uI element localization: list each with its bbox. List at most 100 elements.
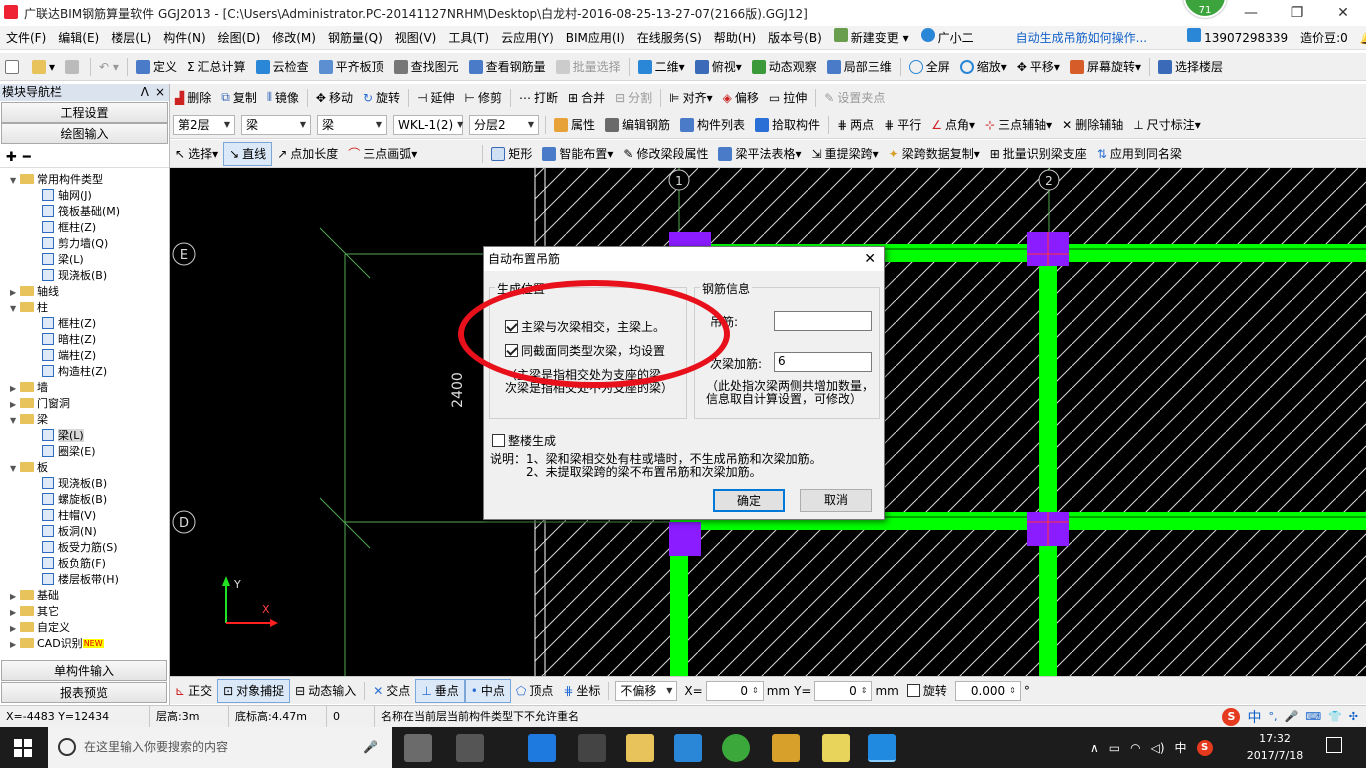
project-settings-button[interactable]: 工程设置 — [1, 102, 168, 123]
rotate-input[interactable]: 0.000 ⇕ — [954, 680, 1021, 701]
smart-layout-dropdown[interactable]: 智能布置 ▾ — [537, 142, 618, 166]
object-snap-toggle[interactable]: ⊡ 对象捕捉 — [217, 678, 291, 703]
line-button[interactable]: ↘ 直线 — [223, 141, 273, 166]
define-button[interactable]: 定义 — [131, 55, 182, 79]
menu-online[interactable]: 在线服务(S) — [631, 26, 708, 49]
checkbox-icon[interactable] — [492, 434, 505, 447]
delete-button[interactable]: ▟ 删除 — [170, 86, 216, 110]
tree-node[interactable]: ▶ 自定义 — [0, 620, 168, 636]
three-point-arc-dropdown[interactable]: ⌒ 三点画弧 ▾ — [343, 142, 422, 166]
cb-whole-building[interactable]: 整楼生成 — [492, 432, 556, 449]
task-view-icon[interactable] — [404, 734, 432, 762]
modify-beam-segment-button[interactable]: ✎ 修改梁段属性 — [618, 142, 713, 166]
menu-rebar-qty[interactable]: 钢筋量(Q) — [322, 26, 389, 49]
clock[interactable]: 17:32 2017/7/18 — [1240, 730, 1310, 764]
notification-icon[interactable] — [1326, 737, 1342, 753]
span-data-copy-dropdown[interactable]: ✦ 梁跨数据复制 ▾ — [884, 142, 985, 166]
mic-icon[interactable]: 🎤 — [363, 727, 378, 768]
intersection-snap[interactable]: ✕ 交点 — [368, 679, 415, 703]
three-point-aux-dropdown[interactable]: ⊹ 三点辅轴 ▾ — [980, 113, 1057, 137]
copy-button[interactable]: ⧉ 复制 — [216, 86, 262, 110]
point-angle-dropdown[interactable]: ∠ 点角 ▾ — [926, 113, 980, 137]
explorer-icon[interactable] — [626, 734, 654, 762]
sogou-tray-icon[interactable]: S — [1196, 739, 1213, 756]
browser-swirl-icon[interactable] — [456, 734, 484, 762]
tree-node[interactable]: 板受力筋(S) — [0, 540, 168, 556]
menu-version[interactable]: 版本号(B) — [762, 26, 828, 49]
local-3d-button[interactable]: 局部三维 — [822, 55, 897, 79]
tree-node[interactable]: 圈梁(E) — [0, 444, 168, 460]
batch-select-button[interactable]: 批量选择 — [551, 55, 626, 79]
menu-draw[interactable]: 绘图(D) — [212, 26, 267, 49]
member-list-button[interactable]: 构件列表 — [675, 113, 750, 137]
menu-guangxiaoer[interactable]: 广小二 — [915, 26, 980, 49]
perpendicular-snap[interactable]: ⊥ 垂点 — [415, 678, 465, 703]
tree-node[interactable]: 框柱(Z) — [0, 220, 168, 236]
menu-cost-beans[interactable]: 造价豆:0 — [1294, 26, 1354, 49]
zoom-dropdown[interactable]: 缩放 ▾ — [955, 55, 1012, 79]
tree-node[interactable]: 构造柱(Z) — [0, 364, 168, 380]
vertex-snap[interactable]: ⬠ 顶点 — [511, 679, 558, 703]
menu-edit[interactable]: 编辑(E) — [52, 26, 105, 49]
screen-rotate-dropdown[interactable]: 屏幕旋转 ▾ — [1065, 55, 1146, 79]
expand-icon[interactable]: ▶ — [10, 285, 20, 301]
windows-start-icon[interactable] — [14, 739, 32, 757]
edit-rebar-button[interactable]: 编辑钢筋 — [600, 113, 675, 137]
menu-help[interactable]: 帮助(H) — [708, 26, 762, 49]
beam-table-dropdown[interactable]: 梁平法表格 ▾ — [713, 142, 806, 166]
y-input[interactable]: 0 ⇕ — [814, 680, 873, 701]
align-dropdown[interactable]: ⊫ 对齐 ▾ — [664, 86, 718, 110]
tree-node[interactable]: ▶ CAD识别NEW — [0, 636, 168, 650]
tools-icon[interactable]: ✣ — [1349, 710, 1358, 723]
menu-cloud[interactable]: 云应用(Y) — [495, 26, 560, 49]
volume-icon[interactable]: ◁) — [1151, 741, 1165, 755]
expand-icon[interactable]: ▶ — [10, 621, 20, 637]
tree-node[interactable]: ▼ 梁 — [0, 412, 168, 428]
skin-icon[interactable]: 👕 — [1328, 710, 1342, 723]
undo-button[interactable]: ↶ ▾ — [94, 55, 124, 79]
notes-icon[interactable] — [772, 734, 800, 762]
cloud-check-button[interactable]: 云检查 — [251, 55, 314, 79]
tray-up-icon[interactable]: ∧ — [1090, 741, 1099, 755]
tree-node[interactable]: 端柱(Z) — [0, 348, 168, 364]
find-element-button[interactable]: 查找图元 — [389, 55, 464, 79]
tree-node[interactable]: 轴网(J) — [0, 188, 168, 204]
tree-node[interactable]: ▼ 板 — [0, 460, 168, 476]
edge-icon[interactable] — [528, 734, 556, 762]
tree-node[interactable]: 现浇板(B) — [0, 268, 168, 284]
tree-node[interactable]: ▼ 柱 — [0, 300, 168, 316]
battery-icon[interactable]: ▭ — [1109, 741, 1120, 755]
cb-main-secondary[interactable]: 主梁与次梁相交，主梁上。 — [505, 318, 665, 335]
report-preview-button[interactable]: 报表预览 — [1, 682, 167, 703]
mirror-button[interactable]: ⫴ 镜像 — [262, 86, 304, 110]
offset-select[interactable]: 不偏移 ▼ — [615, 680, 678, 701]
coordinate-snap[interactable]: ⋕ 坐标 — [558, 679, 605, 703]
close-button[interactable]: ✕ — [1320, 0, 1366, 26]
re-extract-span-dropdown[interactable]: ⇲ 重提梁跨 ▾ — [807, 142, 884, 166]
offset-button[interactable]: ◈ 偏移 — [718, 86, 764, 110]
rectangle-button[interactable]: 矩形 — [486, 142, 537, 166]
batch-identify-support-button[interactable]: ⊞ 批量识别梁支座 — [985, 142, 1092, 166]
ortho-toggle[interactable]: ⊾ 正交 — [170, 679, 217, 703]
ggj-app-icon[interactable] — [868, 734, 896, 762]
single-member-input-button[interactable]: 单构件输入 — [1, 660, 167, 681]
cancel-button[interactable]: 取消 — [800, 489, 872, 512]
tree-node[interactable]: ▶ 门窗洞 — [0, 396, 168, 412]
menu-file[interactable]: 文件(F) — [0, 26, 52, 49]
member-select[interactable]: WKL-1(2) ▼ — [393, 114, 463, 135]
tree-node[interactable]: 现浇板(B) — [0, 476, 168, 492]
new-button[interactable] — [0, 55, 27, 79]
expand-icon[interactable]: ▼ — [10, 173, 20, 189]
expand-icon[interactable]: ▶ — [10, 381, 20, 397]
expand-icon[interactable]: ▼ — [10, 413, 20, 429]
tree-node[interactable]: 板洞(N) — [0, 524, 168, 540]
dynamic-input-toggle[interactable]: ⊟ 动态输入 — [290, 679, 361, 703]
tree-node[interactable]: 筏板基础(M) — [0, 204, 168, 220]
dialog-close-icon[interactable]: ✕ — [864, 247, 876, 271]
check-icon[interactable] — [505, 344, 518, 357]
tree-node[interactable]: ▶ 其它 — [0, 604, 168, 620]
move-button[interactable]: ✥ 移动 — [311, 86, 358, 110]
menu-bim[interactable]: BIM应用(I) — [560, 26, 631, 49]
summary-calc-button[interactable]: Σ 汇总计算 — [182, 55, 251, 79]
tree-node[interactable]: ▶ 基础 — [0, 588, 168, 604]
